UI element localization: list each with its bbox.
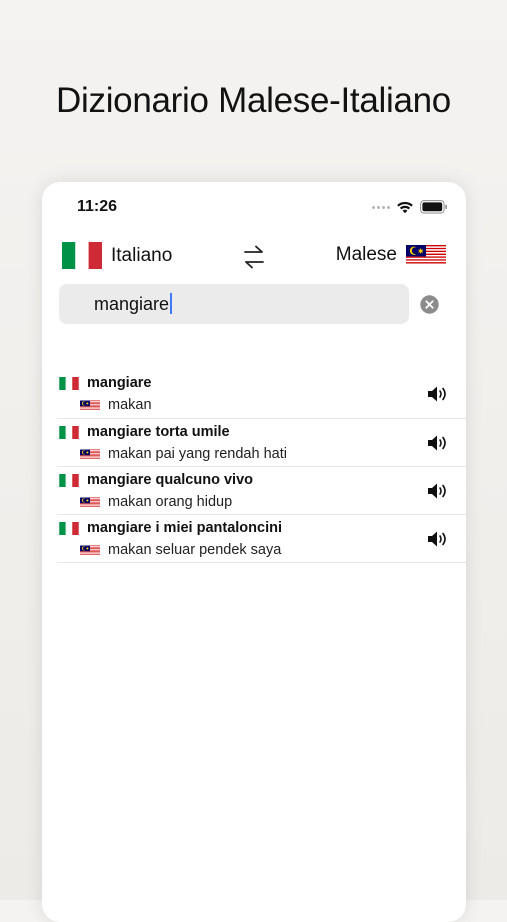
status-icons — [372, 200, 448, 214]
result-source-text: mangiare qualcuno vivo — [87, 472, 253, 488]
result-row[interactable]: mangiare i miei pantaloncini makan selua… — [57, 515, 466, 563]
result-translation-text: makan — [108, 397, 152, 413]
result-translation-text: makan pai yang rendah hati — [108, 446, 287, 462]
result-row[interactable]: mangiare makan — [57, 368, 466, 419]
language-bar: Italiano Malese — [42, 242, 466, 272]
results-list: mangiare makan mangiare torta umile maka… — [42, 368, 466, 563]
swap-arrows-icon — [242, 244, 266, 270]
speaker-icon[interactable] — [426, 433, 450, 453]
malaysia-flag-icon — [80, 544, 100, 557]
source-language-label: Italiano — [111, 244, 173, 266]
swap-languages-button[interactable] — [242, 244, 266, 270]
clear-search-button[interactable] — [420, 295, 439, 314]
speaker-icon[interactable] — [426, 481, 450, 501]
result-translation-text: makan orang hidup — [108, 494, 233, 510]
search-input-value: mangiare — [94, 294, 170, 314]
target-language-label: Malese — [335, 244, 397, 265]
result-source-text: mangiare — [87, 375, 152, 391]
target-language-selector[interactable]: Malese — [336, 242, 446, 268]
result-translation-text: makan seluar pendek saya — [108, 542, 282, 558]
source-language-selector[interactable]: Italiano — [62, 242, 172, 269]
status-bar: 11:26 — [42, 196, 466, 222]
italy-flag-icon — [59, 473, 79, 487]
italy-flag-icon — [62, 242, 102, 269]
italy-flag-icon — [59, 521, 79, 535]
malaysia-flag-icon — [80, 496, 100, 509]
search-row: mangiare — [42, 284, 466, 324]
wifi-icon — [396, 200, 414, 214]
italy-flag-icon — [59, 425, 79, 439]
speaker-icon[interactable] — [426, 529, 450, 549]
malaysia-flag-icon — [80, 399, 100, 412]
page-headline: Dizionario Malese-Italiano — [56, 81, 451, 120]
result-source-text: mangiare i miei pantaloncini — [87, 520, 282, 536]
phone-screen: 11:26 Italiano Malese mangiare mangiare … — [42, 182, 466, 922]
result-row[interactable]: mangiare qualcuno vivo makan orang hidup — [57, 467, 466, 515]
search-input[interactable]: mangiare — [59, 284, 409, 324]
text-caret — [170, 293, 173, 314]
clear-circle-icon — [420, 295, 439, 314]
cellular-signal-icon — [372, 205, 390, 209]
result-source-text: mangiare torta umile — [87, 424, 230, 440]
speaker-icon[interactable] — [426, 384, 450, 404]
italy-flag-icon — [59, 376, 79, 390]
result-row[interactable]: mangiare torta umile makan pai yang rend… — [57, 419, 466, 467]
malaysia-flag-icon — [406, 242, 446, 268]
battery-icon — [420, 200, 448, 214]
malaysia-flag-icon — [80, 448, 100, 461]
status-time: 11:26 — [77, 198, 118, 215]
